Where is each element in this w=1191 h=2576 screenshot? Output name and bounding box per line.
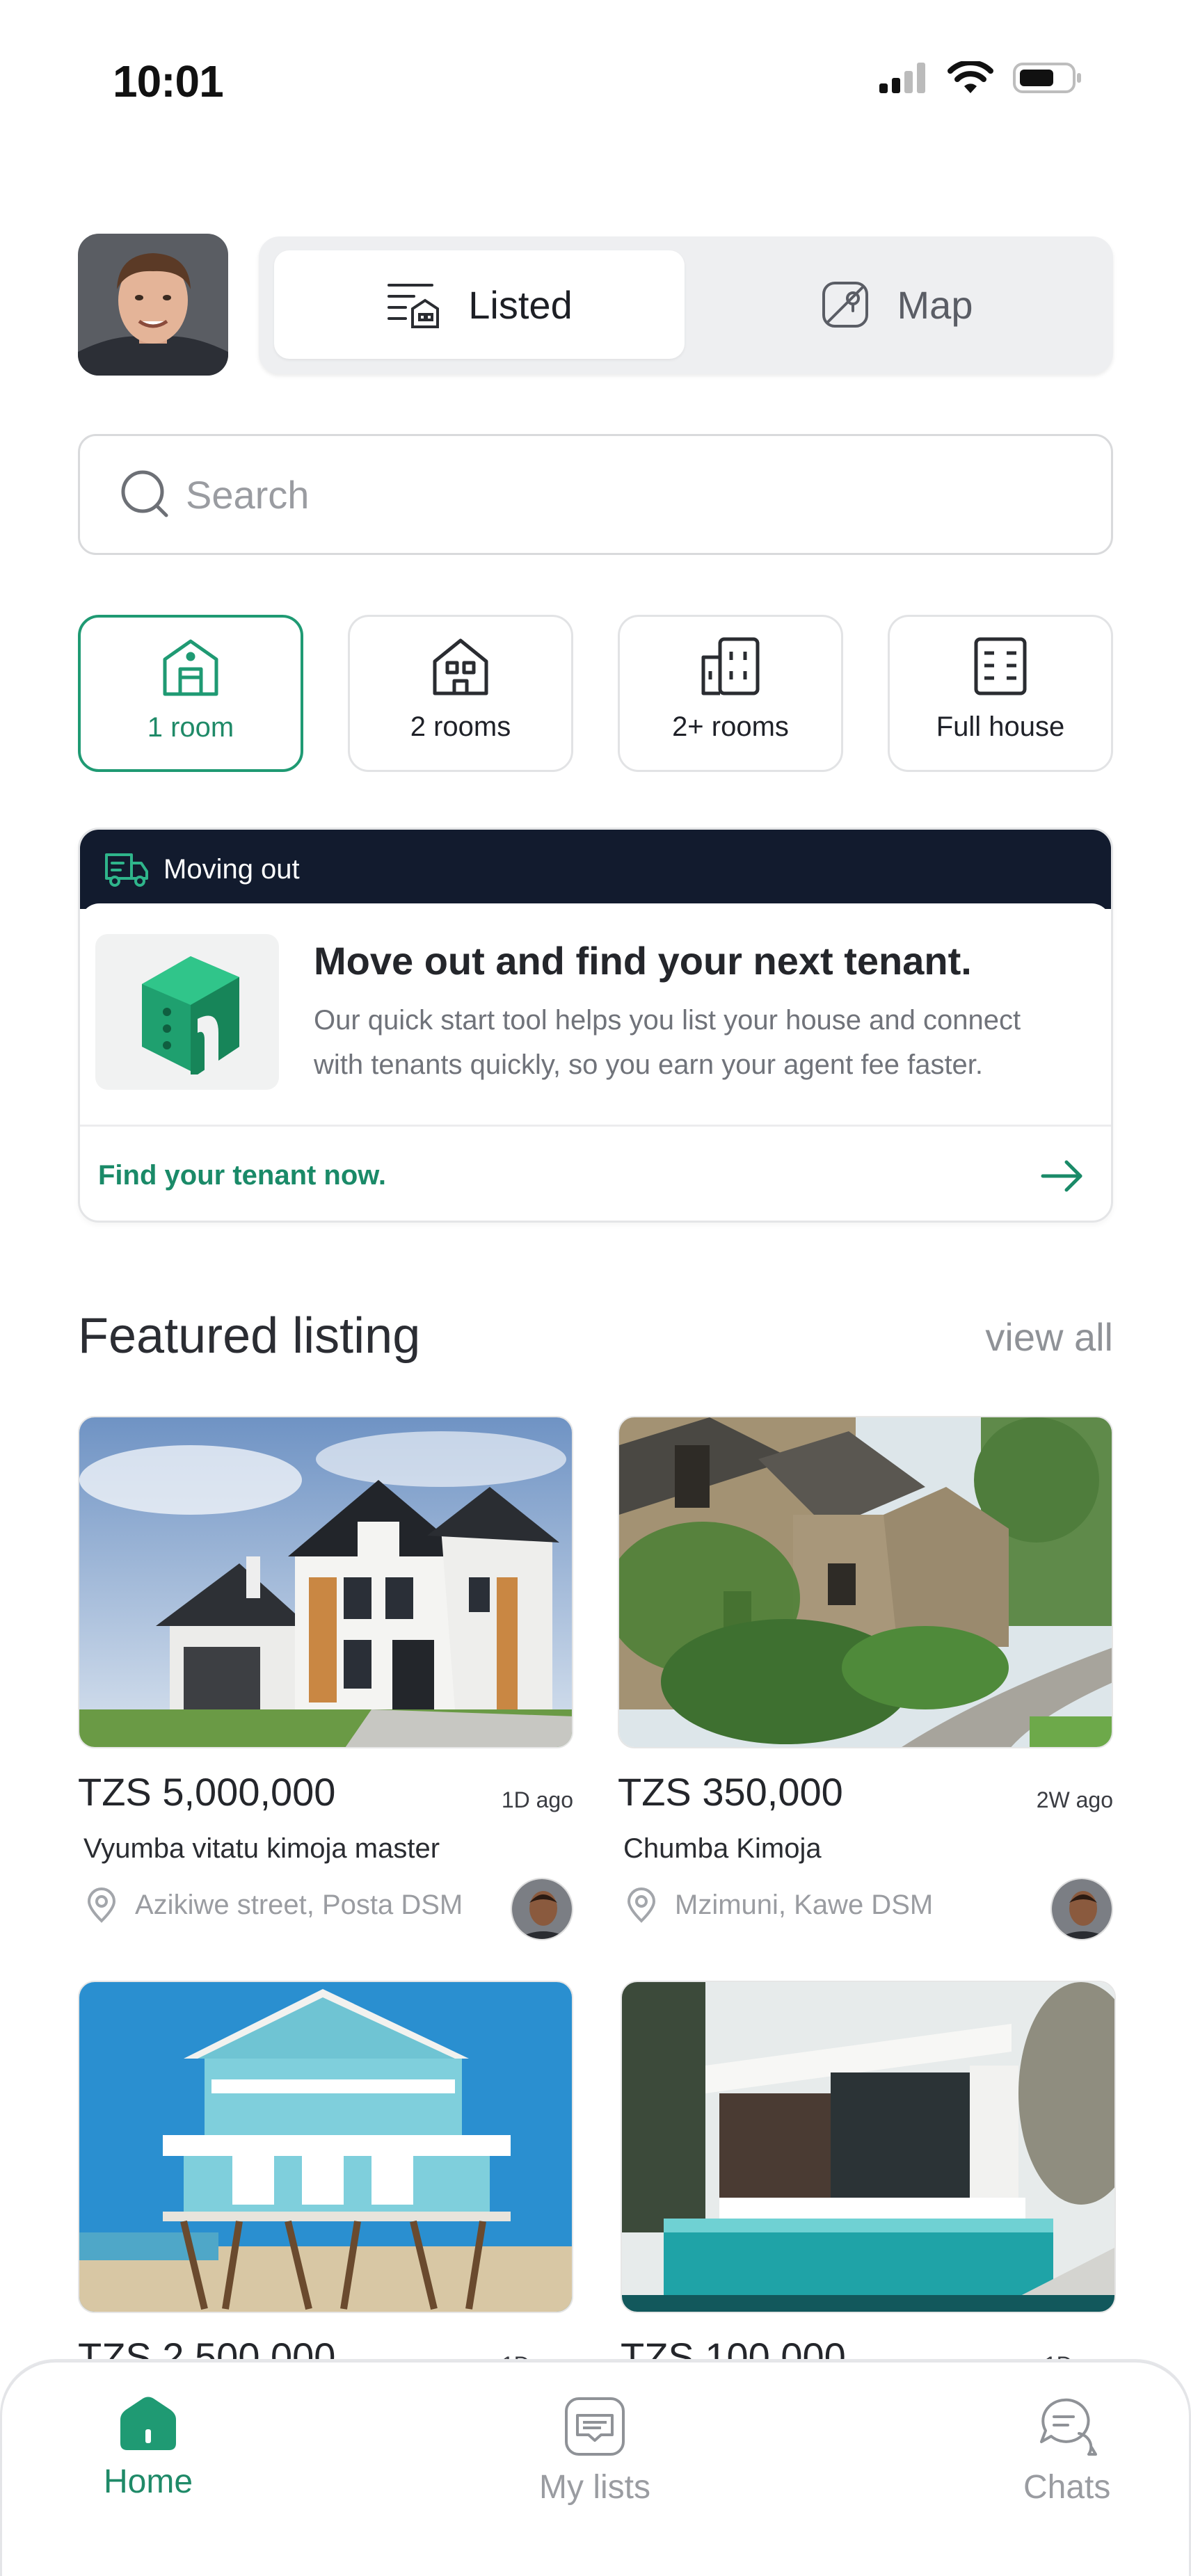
- category-label: 2 rooms: [410, 711, 511, 742]
- agent-avatar[interactable]: [511, 1878, 573, 1940]
- nav-my-lists-label: My lists: [539, 2469, 650, 2506]
- signal-icon: [879, 63, 925, 93]
- truck-icon: [105, 853, 148, 887]
- list-house-icon: [387, 284, 440, 328]
- house-door-icon: [163, 639, 218, 696]
- building-icon: [974, 637, 1027, 695]
- battery-icon: [1013, 63, 1081, 93]
- promo-title: Move out and find your next tenant.: [314, 939, 972, 983]
- nav-chats-label: Chats: [1023, 2469, 1111, 2506]
- category-label: 2+ rooms: [672, 711, 789, 742]
- nav-chats[interactable]: Chats: [1023, 2396, 1110, 2506]
- home-icon: [120, 2397, 177, 2450]
- list-icon: [564, 2397, 625, 2456]
- profile-avatar[interactable]: [78, 234, 228, 376]
- location-pin-icon: [87, 1887, 116, 1923]
- promo-header: Moving out: [80, 830, 1111, 909]
- listing-image[interactable]: [621, 1981, 1116, 2313]
- category-2-rooms[interactable]: 2 rooms: [348, 615, 573, 772]
- bottom-nav: Home My lists Chats: [0, 2360, 1191, 2576]
- nav-home[interactable]: Home: [104, 2396, 193, 2501]
- promo-cta-link[interactable]: Find your tenant now.: [98, 1160, 386, 1191]
- listing-age: 2W ago: [1036, 1787, 1113, 1812]
- promo-illustration: [95, 934, 279, 1090]
- chat-icon: [1039, 2398, 1097, 2456]
- status-bar: 10:01: [0, 0, 1191, 164]
- listing-location: Mzimuni, Kawe DSM: [625, 1886, 933, 1924]
- category-label: 1 room: [147, 712, 234, 743]
- listing-name: Vyumba vitatu kimoja master: [83, 1833, 440, 1864]
- listing-location: Azikiwe street, Posta DSM: [85, 1886, 463, 1924]
- listing-image[interactable]: [78, 1981, 573, 2313]
- promo-tag: Moving out: [163, 853, 300, 885]
- tab-map[interactable]: Map: [692, 250, 1102, 359]
- house-icon: [433, 638, 488, 695]
- listing-card[interactable]: TZS 5,000,000 1D ago Vyumba vitatu kimoj…: [78, 1416, 573, 1940]
- listing-location-label: Azikiwe street, Posta DSM: [135, 1889, 463, 1920]
- agent-avatar[interactable]: [1050, 1878, 1113, 1940]
- listing-price: TZS 350,000: [618, 1770, 843, 1814]
- search-input[interactable]: Search: [78, 434, 1113, 555]
- search-icon: [121, 470, 168, 517]
- wifi-icon: [948, 61, 993, 93]
- tab-listed[interactable]: Listed: [274, 250, 685, 359]
- listing-card[interactable]: TZS 100,000 1D ago: [621, 1981, 1116, 2394]
- tab-map-label: Map: [897, 282, 973, 327]
- apartment-icon: [701, 637, 760, 695]
- nav-my-lists[interactable]: My lists: [539, 2396, 650, 2506]
- listing-card[interactable]: TZS 350,000 2W ago Chumba Kimoja Mzimuni…: [618, 1416, 1113, 1940]
- category-filters: 1 room 2 rooms 2+ rooms Full house: [78, 615, 1113, 772]
- featured-title: Featured listing: [78, 1308, 421, 1364]
- listing-price: TZS 5,000,000: [78, 1770, 336, 1814]
- map-icon: [822, 282, 868, 328]
- tab-listed-label: Listed: [468, 282, 573, 327]
- moving-out-card: Moving out Move out and find your next t…: [78, 828, 1113, 1223]
- listing-image[interactable]: [78, 1416, 573, 1748]
- status-time: 10:01: [113, 56, 224, 106]
- promo-description: Our quick start tool helps you list your…: [314, 1005, 1021, 1080]
- search-placeholder: Search: [186, 472, 310, 517]
- listing-name: Chumba Kimoja: [623, 1833, 822, 1864]
- view-all-link[interactable]: view all: [985, 1314, 1113, 1360]
- view-toggle: Listed Map: [259, 236, 1113, 374]
- listing-age: 1D ago: [501, 1787, 573, 1812]
- category-2plus-rooms[interactable]: 2+ rooms: [618, 615, 843, 772]
- category-1-room[interactable]: 1 room: [78, 615, 303, 772]
- promo-cta-row[interactable]: Find your tenant now.: [80, 1125, 1111, 1221]
- listing-location-label: Mzimuni, Kawe DSM: [675, 1889, 934, 1920]
- category-full-house[interactable]: Full house: [888, 615, 1113, 772]
- promo-body: Move out and find your next tenant. Our …: [80, 903, 1111, 1120]
- location-pin-icon: [627, 1887, 656, 1923]
- status-icons: [879, 61, 1082, 95]
- arrow-right-icon[interactable]: [1040, 1159, 1085, 1193]
- category-label: Full house: [936, 711, 1065, 742]
- nav-home-label: Home: [104, 2463, 193, 2500]
- listing-card[interactable]: TZS 2,500,000 1D ago: [78, 1981, 573, 2394]
- listing-image[interactable]: [618, 1416, 1113, 1748]
